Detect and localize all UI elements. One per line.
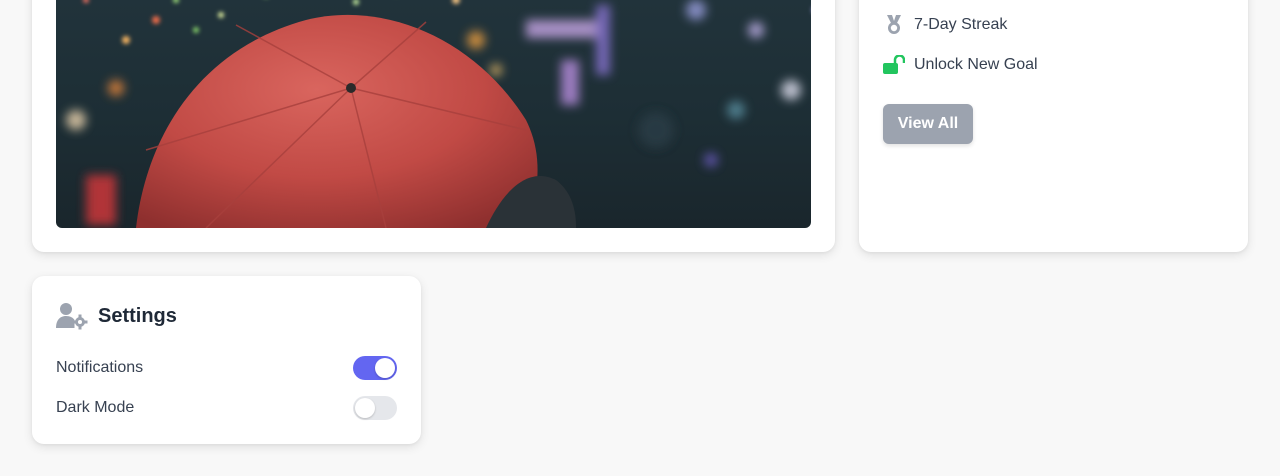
achievement-item: 7-Day Streak [883, 14, 1007, 36]
settings-title: Settings [98, 304, 177, 327]
settings-header: Settings [56, 302, 177, 330]
setting-row-notifications: Notifications [56, 356, 397, 380]
settings-card: Settings Notifications Dark Mode [32, 276, 421, 444]
umbrella-rain-photo [56, 0, 811, 228]
notifications-toggle[interactable] [353, 356, 397, 380]
achievement-label: Unlock New Goal [914, 56, 1038, 73]
achievements-card: 7-Day Streak Unlock New Goal View All [859, 0, 1248, 252]
setting-label: Dark Mode [56, 399, 135, 416]
setting-row-dark-mode: Dark Mode [56, 396, 397, 420]
view-all-button[interactable]: View All [883, 104, 973, 144]
user-gear-icon [56, 302, 88, 330]
toggle-knob [375, 358, 395, 378]
medal-icon [883, 14, 905, 36]
photo-card [32, 0, 835, 252]
achievement-label: 7-Day Streak [914, 16, 1008, 33]
achievement-item: Unlock New Goal [883, 54, 1038, 76]
unlock-icon [883, 54, 905, 76]
setting-label: Notifications [56, 359, 144, 376]
toggle-knob [355, 398, 375, 418]
dark-mode-toggle[interactable] [353, 396, 397, 420]
